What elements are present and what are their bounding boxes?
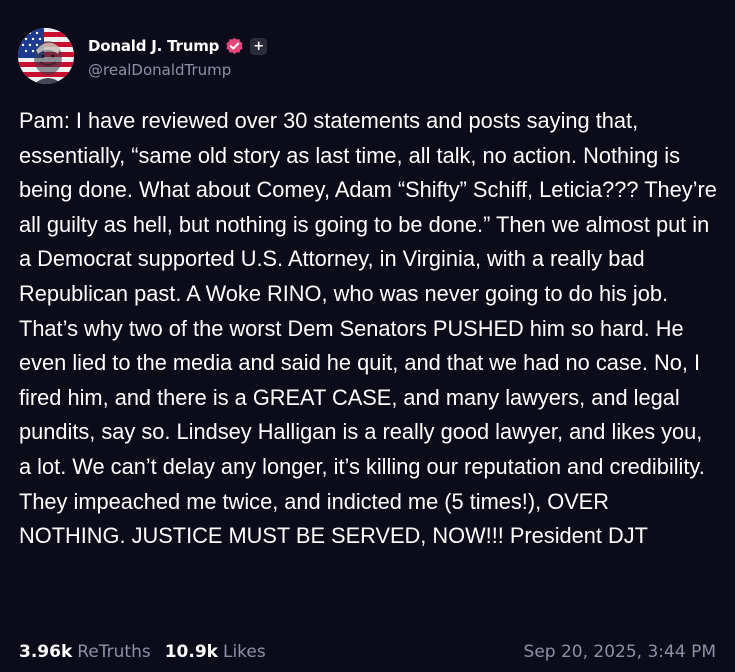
likes-count: 10.9k: [164, 642, 218, 662]
author-display-name[interactable]: Donald J. Trump: [88, 37, 219, 55]
likes-label: Likes: [222, 642, 266, 662]
avatar-flag-portrait-icon: [18, 28, 74, 84]
likes-stat[interactable]: 10.9k Likes: [165, 642, 266, 662]
post-footer: 3.96k ReTruths 10.9k Likes Sep 20, 2025,…: [19, 638, 716, 666]
post-header: Donald J. Trump + @realDonaldTrump: [18, 28, 268, 84]
avatar[interactable]: [18, 28, 74, 84]
retruths-count: 3.96k: [19, 642, 73, 662]
post-card: Donald J. Trump + @realDonaldTrump Pam: …: [0, 0, 735, 672]
post-text: Pam: I have reviewed over 30 statements …: [19, 108, 717, 549]
retruths-label: ReTruths: [77, 642, 151, 662]
verified-badge-icon: [225, 37, 244, 56]
author-handle[interactable]: @realDonaldTrump: [88, 61, 267, 79]
plus-badge-icon: +: [250, 37, 268, 55]
author-identity: Donald J. Trump + @realDonaldTrump: [88, 33, 268, 79]
post-timestamp[interactable]: Sep 20, 2025, 3:44 PM: [524, 642, 716, 662]
retruths-stat[interactable]: 3.96k ReTruths: [19, 642, 151, 662]
name-row: Donald J. Trump +: [88, 33, 268, 59]
